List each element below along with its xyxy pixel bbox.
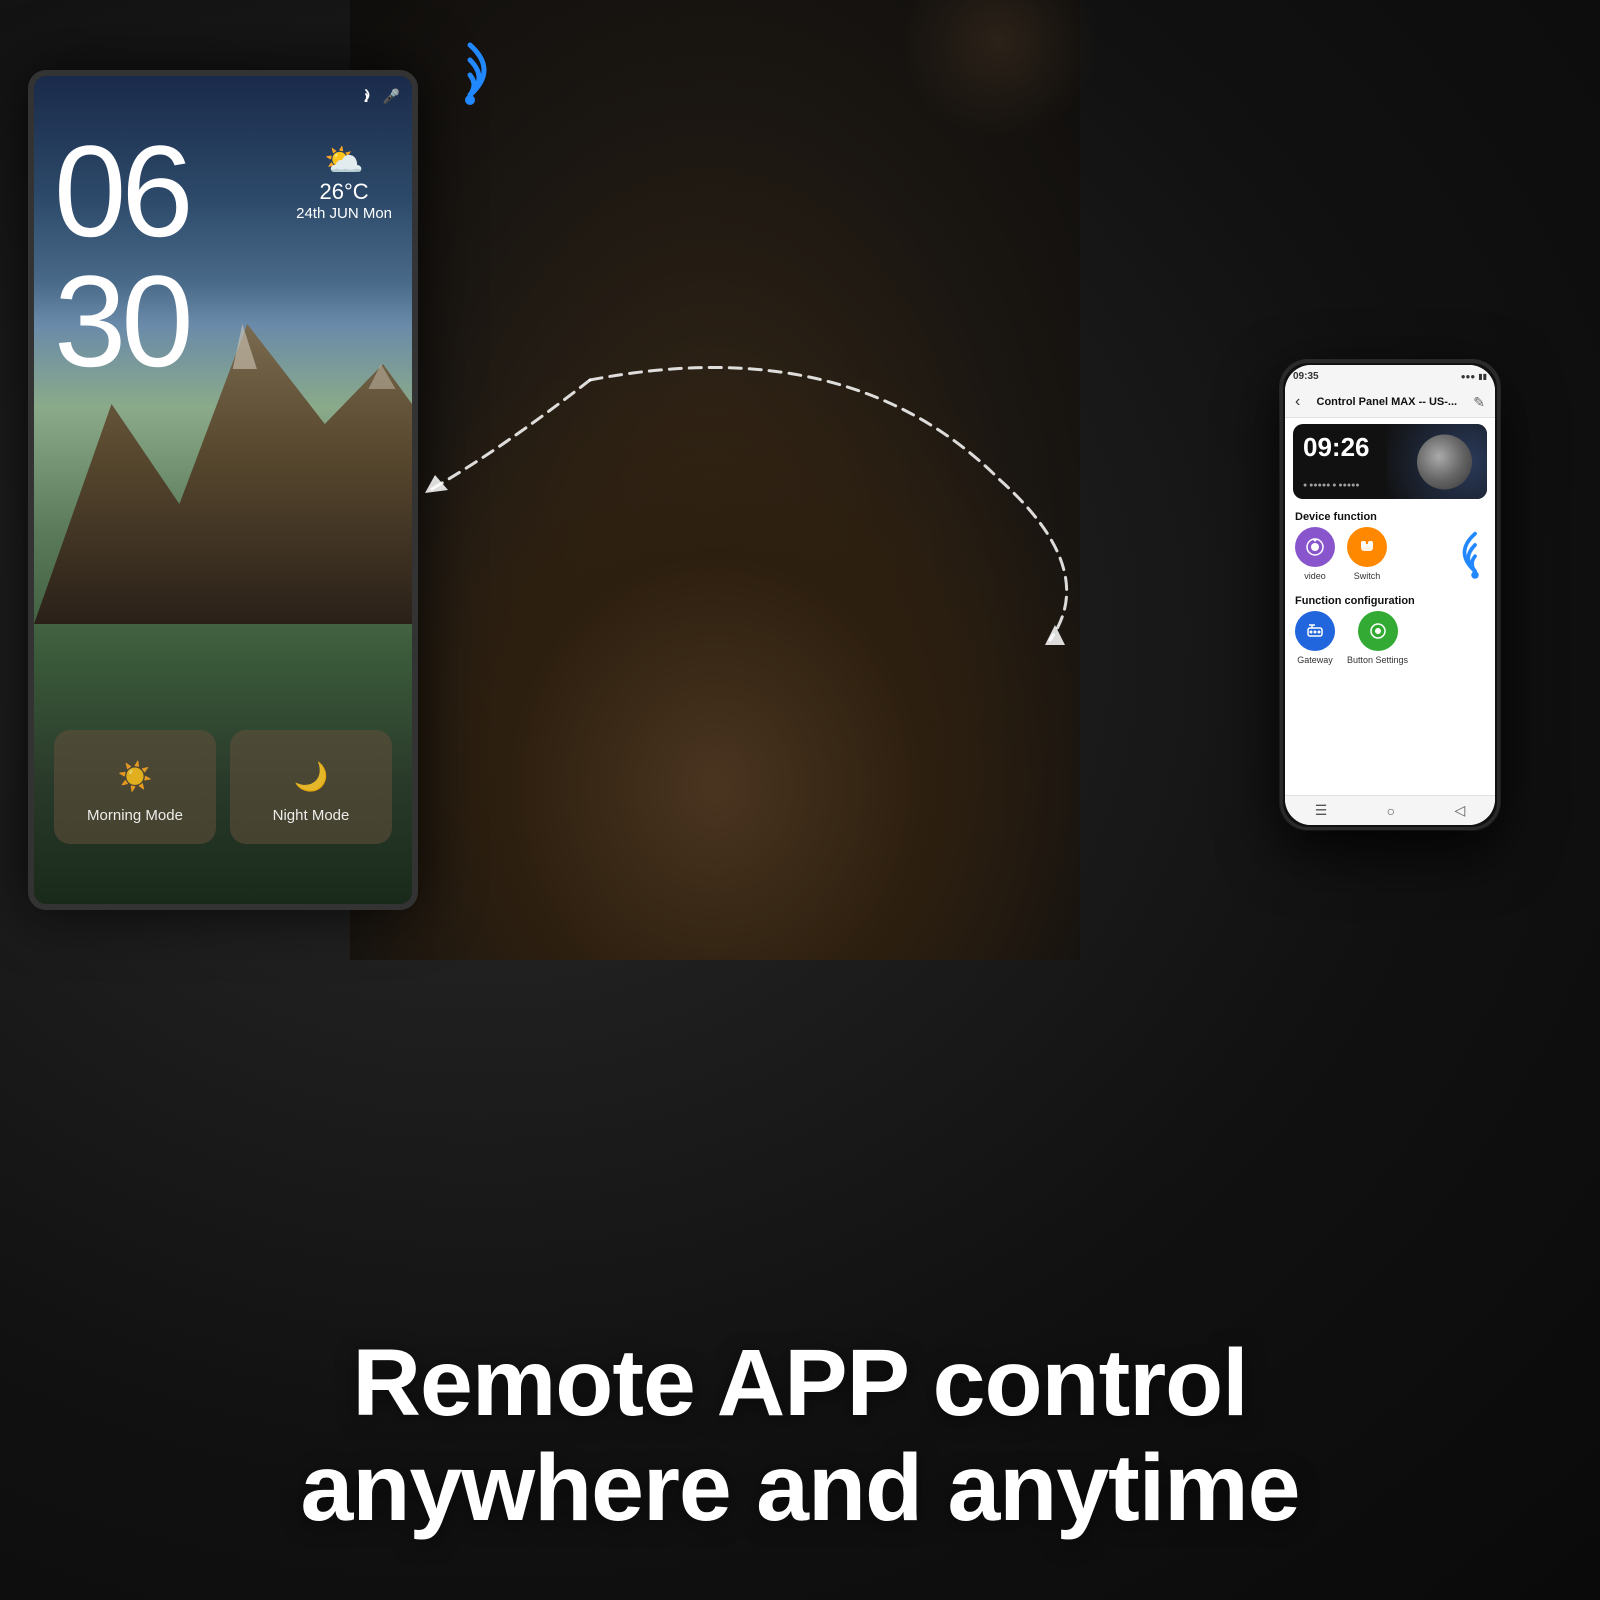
tablet-wifi-icon: [357, 88, 375, 105]
headline-line2: anywhere and anytime: [0, 1436, 1600, 1541]
wifi-signal-tablet: [430, 40, 510, 125]
phone-status-icons: ●●● ▮▮: [1461, 372, 1487, 381]
switch-icon: [1347, 527, 1387, 567]
app-title: Control Panel MAX -- US-...: [1317, 396, 1458, 408]
headline-line1: Remote APP control: [0, 1331, 1600, 1436]
nav-menu-button[interactable]: ☰: [1315, 802, 1328, 819]
phone-screen: 09:35 ●●● ▮▮ ‹ Control Panel MAX -- US-.…: [1285, 365, 1495, 825]
video-label: video: [1304, 571, 1326, 581]
sofa-bg: [350, 380, 1080, 960]
edit-button[interactable]: ✎: [1473, 394, 1485, 411]
phone-status-time: 09:35: [1293, 371, 1319, 382]
night-mode-card[interactable]: 🌙 Night Mode: [230, 730, 392, 844]
battery-icon: ▮▮: [1478, 372, 1487, 381]
weather-date: 24th JUN Mon: [296, 205, 392, 222]
tablet-weather-widget: ⛅ 26°C 24th JUN Mon: [296, 141, 392, 222]
weather-temperature: 26°C: [319, 179, 368, 205]
gateway-function[interactable]: Gateway: [1295, 611, 1335, 665]
gateway-icon: [1295, 611, 1335, 651]
night-label: Night Mode: [273, 807, 350, 824]
tablet-mic-icon: 🎤: [383, 88, 400, 105]
phone-clock-sub: ● ●●●●● ● ●●●●●: [1303, 482, 1360, 489]
tablet-minute: 30: [54, 256, 189, 386]
morning-icon: ☀️: [118, 760, 153, 793]
switch-label: Switch: [1354, 571, 1381, 581]
phone-clock-time: 09:26: [1303, 432, 1370, 463]
video-function[interactable]: video: [1295, 527, 1335, 581]
tablet-time-display: 06 30: [54, 126, 189, 386]
nav-home-button[interactable]: ○: [1387, 803, 1395, 819]
tablet-hour: 06: [54, 126, 189, 256]
nav-back-button[interactable]: ◁: [1455, 802, 1466, 819]
button-settings-icon: [1358, 611, 1398, 651]
button-settings-label: Button Settings: [1347, 655, 1408, 665]
device-function-title: Device function: [1285, 505, 1495, 527]
phone-statusbar: 09:35 ●●● ▮▮: [1285, 365, 1495, 387]
switch-function[interactable]: Switch: [1347, 527, 1387, 581]
wifi-signal-phone: [1440, 530, 1510, 595]
smartphone-device: 09:35 ●●● ▮▮ ‹ Control Panel MAX -- US-.…: [1280, 360, 1500, 830]
phone-bottom-nav: ☰ ○ ◁: [1285, 795, 1495, 825]
video-icon: [1295, 527, 1335, 567]
morning-label: Morning Mode: [87, 807, 183, 824]
morning-mode-card[interactable]: ☀️ Morning Mode: [54, 730, 216, 844]
tablet-mode-cards: ☀️ Morning Mode 🌙 Night Mode: [54, 730, 392, 844]
signal-icon: ●●●: [1461, 372, 1476, 381]
phone-clock-widget: 09:26 ● ●●●●● ● ●●●●●: [1293, 424, 1487, 499]
tablet-device: 🎤 06 30 ⛅ 26°C 24th JUN Mon ☀️ Morning M…: [28, 70, 418, 910]
tablet-statusbar: 🎤: [34, 84, 412, 109]
function-config-icons: Gateway Button Settings: [1285, 611, 1495, 673]
night-icon: 🌙: [294, 760, 329, 793]
back-button[interactable]: ‹: [1295, 393, 1300, 411]
weather-icon: ⛅: [324, 141, 364, 179]
tablet-screen: 🎤 06 30 ⛅ 26°C 24th JUN Mon ☀️ Morning M…: [34, 76, 412, 904]
phone-app-header: ‹ Control Panel MAX -- US-... ✎: [1285, 387, 1495, 418]
bottom-headline: Remote APP control anywhere and anytime: [0, 1331, 1600, 1540]
moon-graphic: [1417, 434, 1472, 489]
button-settings-function[interactable]: Button Settings: [1347, 611, 1408, 665]
gateway-label: Gateway: [1297, 655, 1333, 665]
